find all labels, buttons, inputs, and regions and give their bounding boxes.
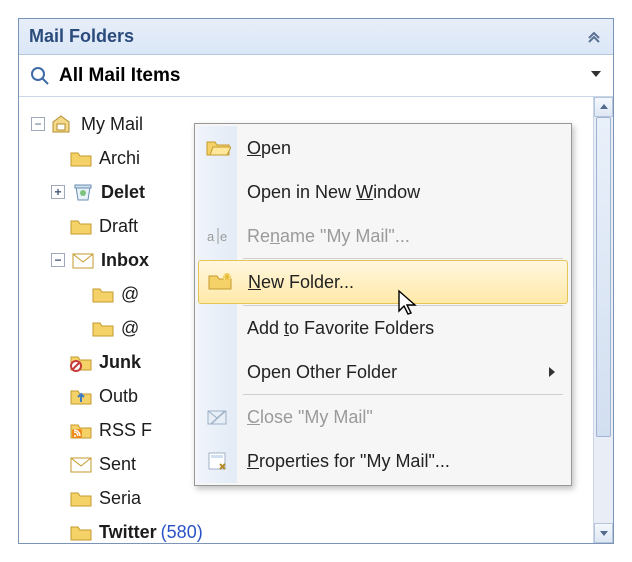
- menu-label: Open in New Window: [247, 182, 420, 203]
- inbox-icon: [71, 250, 95, 270]
- sent-icon: [69, 454, 93, 474]
- menu-label: Rename "My Mail"...: [247, 226, 410, 247]
- menu-open-new-window[interactable]: Open in New Window: [197, 170, 569, 214]
- menu-label: Open: [247, 138, 291, 159]
- scroll-down-button[interactable]: [594, 523, 613, 543]
- menu-label: Add to Favorite Folders: [247, 318, 434, 339]
- rss-folder-icon: [69, 420, 93, 440]
- menu-label: Open Other Folder: [247, 362, 397, 383]
- expander-minus-icon[interactable]: −: [31, 117, 45, 131]
- tree-label: @: [121, 318, 139, 339]
- tree-label: Draft: [99, 216, 138, 237]
- menu-open-other[interactable]: Open Other Folder: [197, 350, 569, 394]
- menu-open[interactable]: Open: [197, 126, 569, 170]
- search-icon: [29, 65, 51, 87]
- scroll-thumb[interactable]: [596, 117, 611, 437]
- menu-properties[interactable]: Properties for "My Mail"...: [197, 439, 569, 483]
- tree-label: Archi: [99, 148, 140, 169]
- expander-minus-icon[interactable]: −: [51, 253, 65, 267]
- trash-icon: [71, 182, 95, 202]
- outbox-icon: [69, 386, 93, 406]
- folder-icon: [69, 488, 93, 508]
- folder-icon: [91, 284, 115, 304]
- scroll-track[interactable]: [594, 117, 613, 523]
- all-mail-items-label: All Mail Items: [59, 65, 180, 87]
- scroll-up-button[interactable]: [594, 97, 613, 117]
- tree-label: Seria: [99, 488, 141, 509]
- menu-label: Close "My Mail": [247, 407, 373, 428]
- open-folder-icon: [205, 135, 231, 161]
- svg-text:a: a: [207, 229, 215, 244]
- properties-icon: [205, 448, 231, 474]
- folder-icon: [69, 216, 93, 236]
- new-folder-icon: [207, 269, 233, 295]
- folder-icon: [91, 318, 115, 338]
- tree-label: @: [121, 284, 139, 305]
- close-mail-icon: [205, 404, 231, 430]
- mailbox-icon: [51, 114, 75, 134]
- submenu-arrow-icon: [547, 362, 557, 383]
- collapse-chevron-icon[interactable]: [585, 28, 603, 46]
- dropdown-caret-icon[interactable]: [589, 65, 603, 86]
- all-mail-items-row[interactable]: All Mail Items: [19, 55, 613, 97]
- tree-label: Junk: [99, 352, 141, 373]
- unread-count: (580): [161, 522, 203, 543]
- tree-label: Delet: [101, 182, 145, 203]
- tree-label: Outb: [99, 386, 138, 407]
- tree-label: Twitter: [99, 522, 157, 543]
- menu-separator: [243, 258, 563, 259]
- panel-title: Mail Folders: [29, 26, 134, 47]
- menu-close: Close "My Mail": [197, 395, 569, 439]
- folder-icon: [69, 148, 93, 168]
- menu-rename: ae Rename "My Mail"...: [197, 214, 569, 258]
- context-menu: Open Open in New Window ae Rename "My Ma…: [194, 123, 572, 486]
- menu-add-favorite[interactable]: Add to Favorite Folders: [197, 306, 569, 350]
- svg-text:e: e: [220, 229, 227, 244]
- junk-folder-icon: [69, 352, 93, 372]
- expander-plus-icon[interactable]: +: [51, 185, 65, 199]
- tree-label: Sent: [99, 454, 136, 475]
- tree-label: My Mail: [81, 114, 143, 135]
- tree-label: Inbox: [101, 250, 149, 271]
- tree-serial[interactable]: Seria: [25, 481, 613, 515]
- tree-label: RSS F: [99, 420, 152, 441]
- menu-new-folder[interactable]: New Folder...: [198, 260, 568, 304]
- menu-label: Properties for "My Mail"...: [247, 451, 450, 472]
- folder-icon: [69, 522, 93, 542]
- mail-folders-panel: Mail Folders All Mail Items − My Mail: [18, 18, 614, 544]
- panel-header: Mail Folders: [19, 19, 613, 55]
- vertical-scrollbar[interactable]: [593, 97, 613, 543]
- rename-icon: ae: [205, 223, 231, 249]
- menu-label: New Folder...: [248, 272, 354, 293]
- tree-twitter[interactable]: Twitter (580): [25, 515, 613, 543]
